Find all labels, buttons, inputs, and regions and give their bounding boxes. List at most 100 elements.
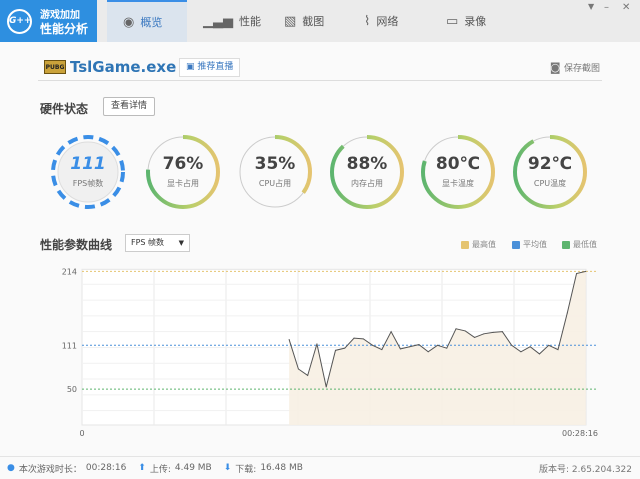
data-point [539,353,540,354]
data-point [418,344,419,345]
data-point [326,386,327,387]
download-value: 16.48 MB [260,463,303,473]
gauge-label: 显卡占用 [145,178,221,189]
game-logo: PUBG [44,60,66,74]
data-point [400,348,401,349]
data-point [567,312,568,313]
download-label: 下载: [235,462,256,475]
video-icon: ▭ [446,14,458,29]
version: 版本号: 2.65.204.322 [539,462,632,475]
data-point [520,351,521,352]
data-point [372,345,373,346]
legend-label: 最高值 [472,239,496,250]
data-point [344,348,345,349]
data-point [446,348,447,349]
gauge-value: 111 [50,154,126,174]
version-value: 2.65.204.322 [572,465,632,475]
data-point [409,346,410,347]
fps-chart: 214 111 50 0 00:28:16 [0,258,640,448]
app-logo: G++ 游戏加加 性能分析 [0,0,97,42]
game-name: TslGame.exe [70,58,176,76]
data-point [354,338,355,339]
data-point [585,271,586,272]
logo-line1: 游戏加加 [40,6,80,21]
close-icon[interactable]: ✕ [622,2,630,13]
tab-overview[interactable]: ◉概览 [107,0,187,42]
metric-select[interactable]: FPS 帧数 ▼ [125,234,190,252]
tab-label: 网络 [376,13,398,29]
data-point [576,273,577,274]
gauge-value: 88% [329,154,405,174]
upload-label: 上传: [150,462,171,475]
gauge-label: CPU占用 [237,178,313,189]
dropdown-icon[interactable]: ▼ [588,2,594,11]
tab-label: 概览 [140,14,162,30]
tab-screenshot[interactable]: ▧截图 [268,0,348,42]
tab-recording[interactable]: ▭录像 [430,0,510,42]
upload-value: 4.49 MB [175,463,212,473]
data-point [381,349,382,350]
gauge-1: 76% 显卡占用 [145,134,221,210]
tab-network[interactable]: ⌇ 网络 [348,0,428,42]
chevron-down-icon: ▼ [179,235,184,251]
gauge-label: 显卡温度 [420,178,496,189]
tab-performance[interactable]: ▁▃▅ 性能 [187,0,267,42]
legend-label: 最低值 [573,239,597,250]
hardware-title: 硬件状态 [40,100,88,117]
gauge-0: 111 FPS帧数 [50,134,126,210]
data-point [391,331,392,332]
data-point [465,330,466,331]
curve-title: 性能参数曲线 [40,236,112,253]
y-tick-label: 50 [67,385,77,394]
metric-select-value: FPS 帧数 [131,238,164,247]
data-point [437,345,438,346]
data-point [456,328,457,329]
top-bar: G++ 游戏加加 性能分析 ◉概览 ▁▃▅性能 ▧截图 ⌇网络 ▭录像 ▼ – … [0,0,640,42]
data-point [289,339,290,340]
gauge-value: 76% [145,154,221,174]
legend-label: 平均值 [523,239,547,250]
tv-icon: ▣ [186,62,197,72]
data-point [502,331,503,332]
bar-chart-icon: ▁▃▅ [203,14,233,29]
divider [38,80,602,81]
data-point [428,351,429,352]
y-tick-label: 111 [62,341,77,350]
gauge-2: 35% CPU占用 [237,134,313,210]
gauge-value: 80℃ [420,154,496,174]
gauge-label: 内存占用 [329,178,405,189]
data-point [335,350,336,351]
x-tick-label: 0 [79,429,84,438]
game-header: PUBG TslGame.exe [44,58,176,76]
tab-label: 截图 [302,13,324,29]
minimize-icon[interactable]: – [604,2,609,13]
camera-icon: ◙ [550,61,564,74]
data-point [483,333,484,334]
download-icon: ⬇ [224,463,232,473]
data-point [307,375,308,376]
data-point [530,346,531,347]
gauge-value: 35% [237,154,313,174]
legend-min: 最低值 [562,239,597,250]
view-details-button[interactable]: 查看详情 [103,97,155,116]
data-point [363,338,364,339]
save-screenshot-button[interactable]: ◙ 保存截图 [550,61,600,74]
gauge-label: CPU温度 [512,178,588,189]
clock-icon: ● [7,463,15,473]
gauge-3: 88% 内存占用 [329,134,405,210]
data-point [493,332,494,333]
pulse-icon: ⌇ [364,14,370,29]
data-point [511,345,512,346]
live-button[interactable]: ▣ 推荐直播 [179,58,240,77]
gauge-5: 92℃CPU温度 [512,134,588,210]
y-tick-label: 214 [62,267,77,276]
tab-label: 性能 [239,13,261,29]
live-label: 推荐直播 [197,62,233,72]
duration-value: 00:28:16 [86,463,126,473]
gauge-label: FPS帧数 [50,178,126,189]
logo-line2: 性能分析 [40,20,88,37]
x-tick-label: 00:28:16 [562,429,598,438]
legend-avg: 平均值 [512,239,547,250]
legend-max: 最高值 [461,239,496,250]
data-point [298,368,299,369]
